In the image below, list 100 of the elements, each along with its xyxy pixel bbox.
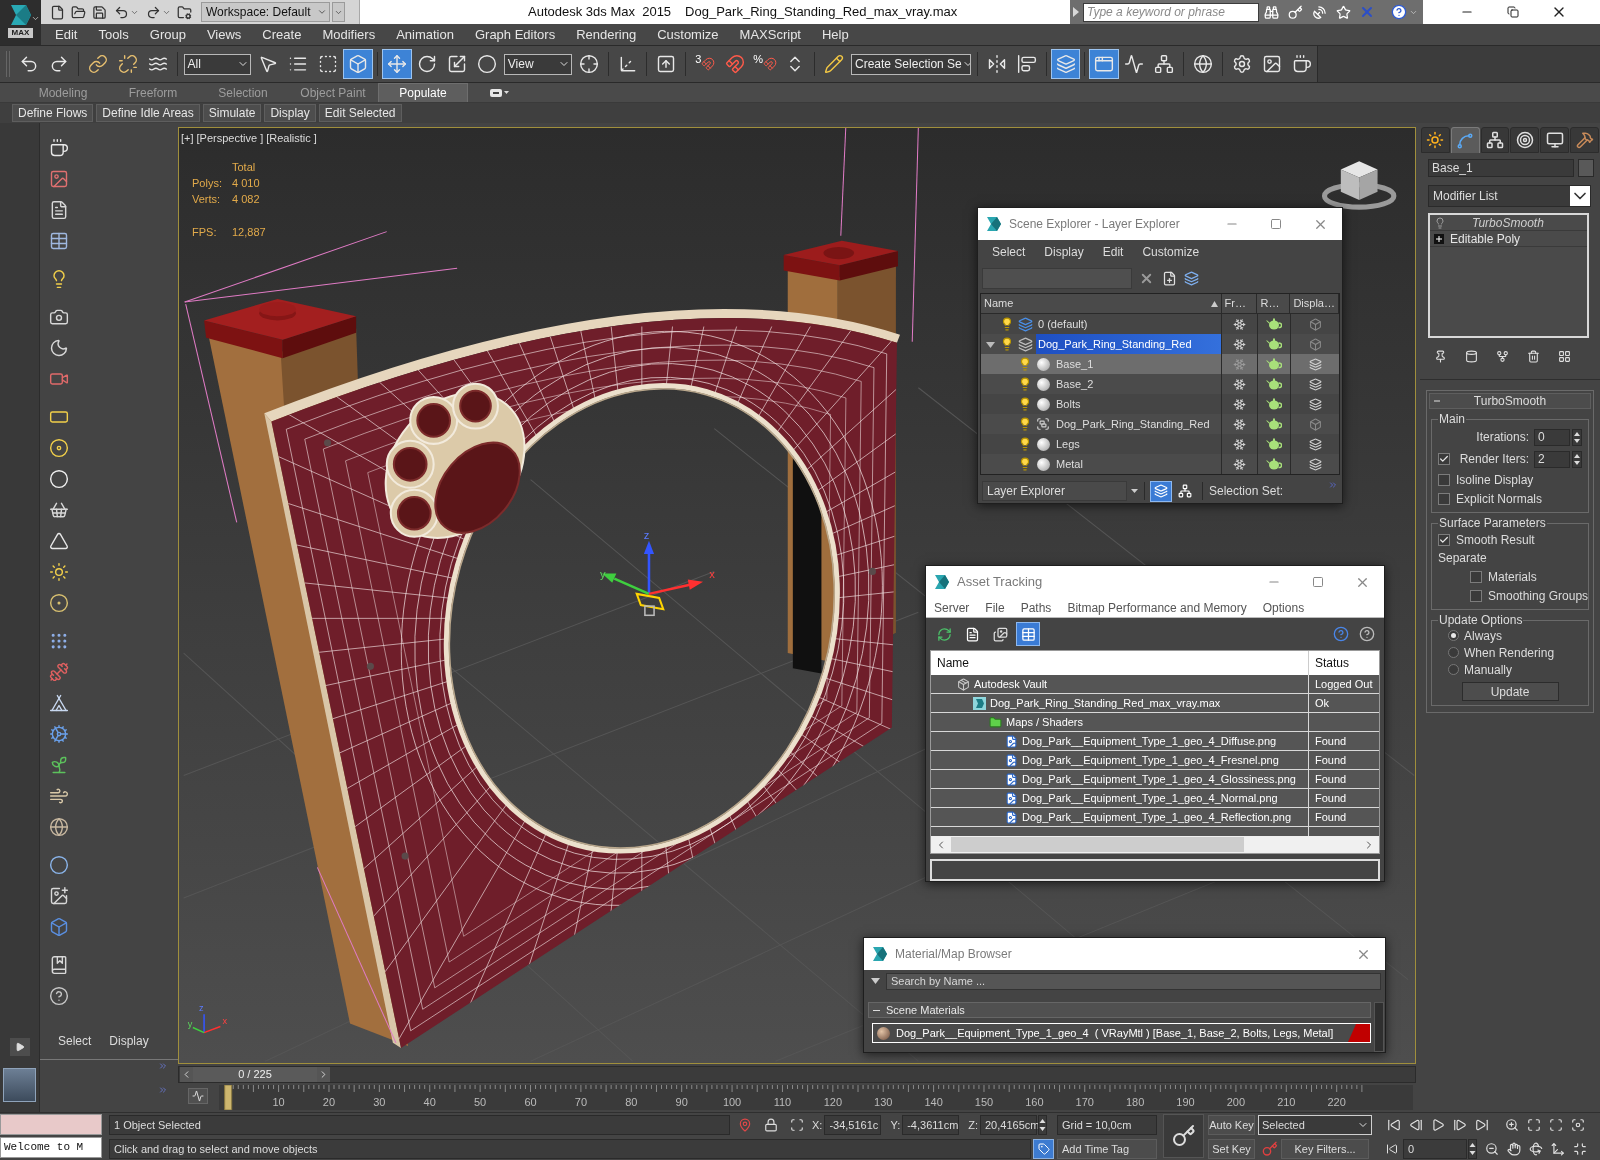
asset-name[interactable]: Autodesk Vault [974, 675, 1048, 693]
asset-name[interactable]: Dog_Park__Equipment_Type_1_geo_4_Reflection.png [1022, 808, 1292, 826]
stack-button[interactable] [1463, 348, 1479, 364]
wireframe-box-icon[interactable] [1308, 317, 1322, 331]
scrollbar-thumb[interactable] [951, 837, 1244, 853]
stack-button[interactable] [1494, 348, 1510, 364]
palette-button[interactable] [48, 137, 70, 159]
radio-button[interactable] [1448, 664, 1459, 675]
palette-button[interactable] [48, 885, 70, 907]
layer-view-button[interactable] [1150, 480, 1172, 502]
lightbulb-icon[interactable] [1018, 417, 1032, 431]
ribbon-tab[interactable]: Populate [378, 83, 468, 102]
viewport[interactable] [178, 127, 1416, 1064]
object-name-field[interactable]: Base_1 [1428, 159, 1574, 177]
radio-button[interactable] [1448, 647, 1459, 658]
layers-icon[interactable] [1308, 357, 1322, 371]
checkbox[interactable] [1470, 589, 1482, 602]
script-input-field[interactable] [0, 1114, 102, 1135]
layer-explorer-button[interactable] [1050, 49, 1081, 79]
menu-item[interactable]: Bitmap Performance and Memory [1067, 598, 1247, 617]
new-layer-button[interactable] [1182, 269, 1200, 287]
stack-item[interactable]: TurboSmooth [1430, 215, 1587, 231]
menu-item[interactable]: Animation [396, 24, 454, 45]
menu-item[interactable]: Views [206, 24, 242, 45]
menu-item[interactable]: Paths [1020, 598, 1052, 617]
coordinate-field[interactable]: 20,4165cm [980, 1115, 1037, 1135]
checkbox[interactable] [1438, 533, 1450, 546]
object-name[interactable]: Metal [1054, 454, 1085, 474]
palette-button[interactable] [48, 437, 70, 459]
menu-item[interactable]: Tools [98, 24, 129, 45]
palette-button[interactable] [48, 592, 70, 614]
menu-item[interactable]: Options [1262, 598, 1305, 617]
stack-button[interactable] [1525, 348, 1541, 364]
snap-button[interactable]: 3 [690, 49, 721, 79]
number-field[interactable]: 2 [1534, 450, 1570, 468]
spinner-icon[interactable] [1468, 1139, 1477, 1159]
search-field[interactable]: Search by Name ... [886, 972, 1381, 990]
viewport-menu-label[interactable]: [+] [181, 130, 194, 147]
time-slider-thumb[interactable]: 0 / 225 [193, 1066, 317, 1082]
spinner-icon[interactable] [1038, 1115, 1047, 1135]
menu-item[interactable]: Create [262, 24, 302, 45]
snowflake-icon[interactable] [1233, 437, 1246, 451]
palette-button[interactable] [48, 723, 70, 745]
move-gizmo[interactable] [602, 540, 704, 617]
column-header[interactable]: Name [981, 294, 1222, 313]
panel-tab[interactable]: Select [56, 1031, 94, 1051]
object-name[interactable]: Legs [1054, 434, 1082, 454]
lightbulb-icon[interactable] [1434, 216, 1446, 229]
asset-name[interactable]: Maps / Shaders [1006, 713, 1084, 731]
spinner-icon[interactable] [1572, 450, 1582, 468]
radio-button[interactable] [1448, 630, 1459, 641]
teapot-icon[interactable] [1266, 458, 1282, 470]
number-field[interactable]: 0 [1534, 428, 1570, 446]
column-header[interactable]: Displa… [1290, 294, 1339, 313]
path-field[interactable] [930, 859, 1380, 881]
ribbon-toggle-button[interactable] [1089, 49, 1120, 79]
key-filters-button[interactable]: Key Filters... [1281, 1139, 1369, 1159]
wireframe-box-icon[interactable] [1308, 337, 1322, 351]
column-header[interactable]: R… [1257, 294, 1291, 313]
tree-row[interactable]: Legs [981, 434, 1339, 454]
ribbon-button[interactable]: Edit Selected [318, 104, 402, 122]
set-key-button[interactable]: Set Key [1208, 1139, 1255, 1159]
teapot-icon[interactable] [1266, 318, 1282, 330]
layers-icon[interactable] [1308, 377, 1322, 391]
teapot-icon[interactable] [1266, 358, 1282, 370]
column-header[interactable]: Fr… [1221, 294, 1258, 313]
view-cube[interactable] [1321, 161, 1397, 210]
teapot-icon[interactable] [1266, 418, 1282, 430]
teapot-icon[interactable] [1266, 438, 1282, 450]
snowflake-icon[interactable] [1233, 397, 1246, 411]
object-name[interactable]: Base_2 [1054, 374, 1096, 394]
menu-item[interactable]: Select [992, 243, 1026, 261]
menu-item[interactable]: File [985, 598, 1005, 617]
explorer-dropdown[interactable]: Layer Explorer [982, 481, 1127, 501]
workspace-dropdown[interactable]: Workspace: Default [201, 2, 330, 22]
coordinate-field[interactable]: -4,3611cm [902, 1115, 960, 1135]
window-crossing-button[interactable] [343, 49, 374, 79]
teapot-icon[interactable] [1266, 398, 1282, 410]
palette-button[interactable] [48, 692, 70, 714]
layer-name[interactable]: Dog_Park_Ring_Standing_Red [1036, 334, 1221, 354]
action-button[interactable]: Update [1461, 682, 1559, 701]
column-header[interactable]: Name [931, 651, 1309, 675]
menu-item[interactable]: Rendering [576, 24, 637, 45]
key-mode-dropdown[interactable]: Selected [1258, 1115, 1372, 1135]
application-button[interactable]: MAX [0, 0, 41, 45]
tree-row[interactable]: Base_2 [981, 374, 1339, 394]
expand-arrow-icon[interactable] [985, 339, 995, 349]
vertical-scrollbar[interactable] [1374, 1002, 1384, 1052]
previous-frame-button[interactable] [180, 1066, 193, 1082]
percent-snap-button[interactable]: % [750, 49, 781, 79]
horizontal-scrollbar[interactable] [931, 836, 1379, 854]
checkbox[interactable] [1470, 570, 1482, 583]
layers-icon[interactable] [1308, 397, 1322, 411]
palette-button[interactable] [48, 985, 70, 1007]
viewport-menu-label[interactable]: [Realistic ] [266, 130, 317, 147]
checkbox[interactable] [1438, 453, 1450, 465]
lightbulb-icon[interactable] [1000, 337, 1014, 351]
expand-arrow-icon[interactable] [1073, 7, 1079, 17]
modifier-list-dropdown[interactable]: Modifier List [1428, 185, 1591, 207]
asset-name[interactable]: Dog_Park_Ring_Standing_Red_max_vray.max [990, 694, 1221, 712]
